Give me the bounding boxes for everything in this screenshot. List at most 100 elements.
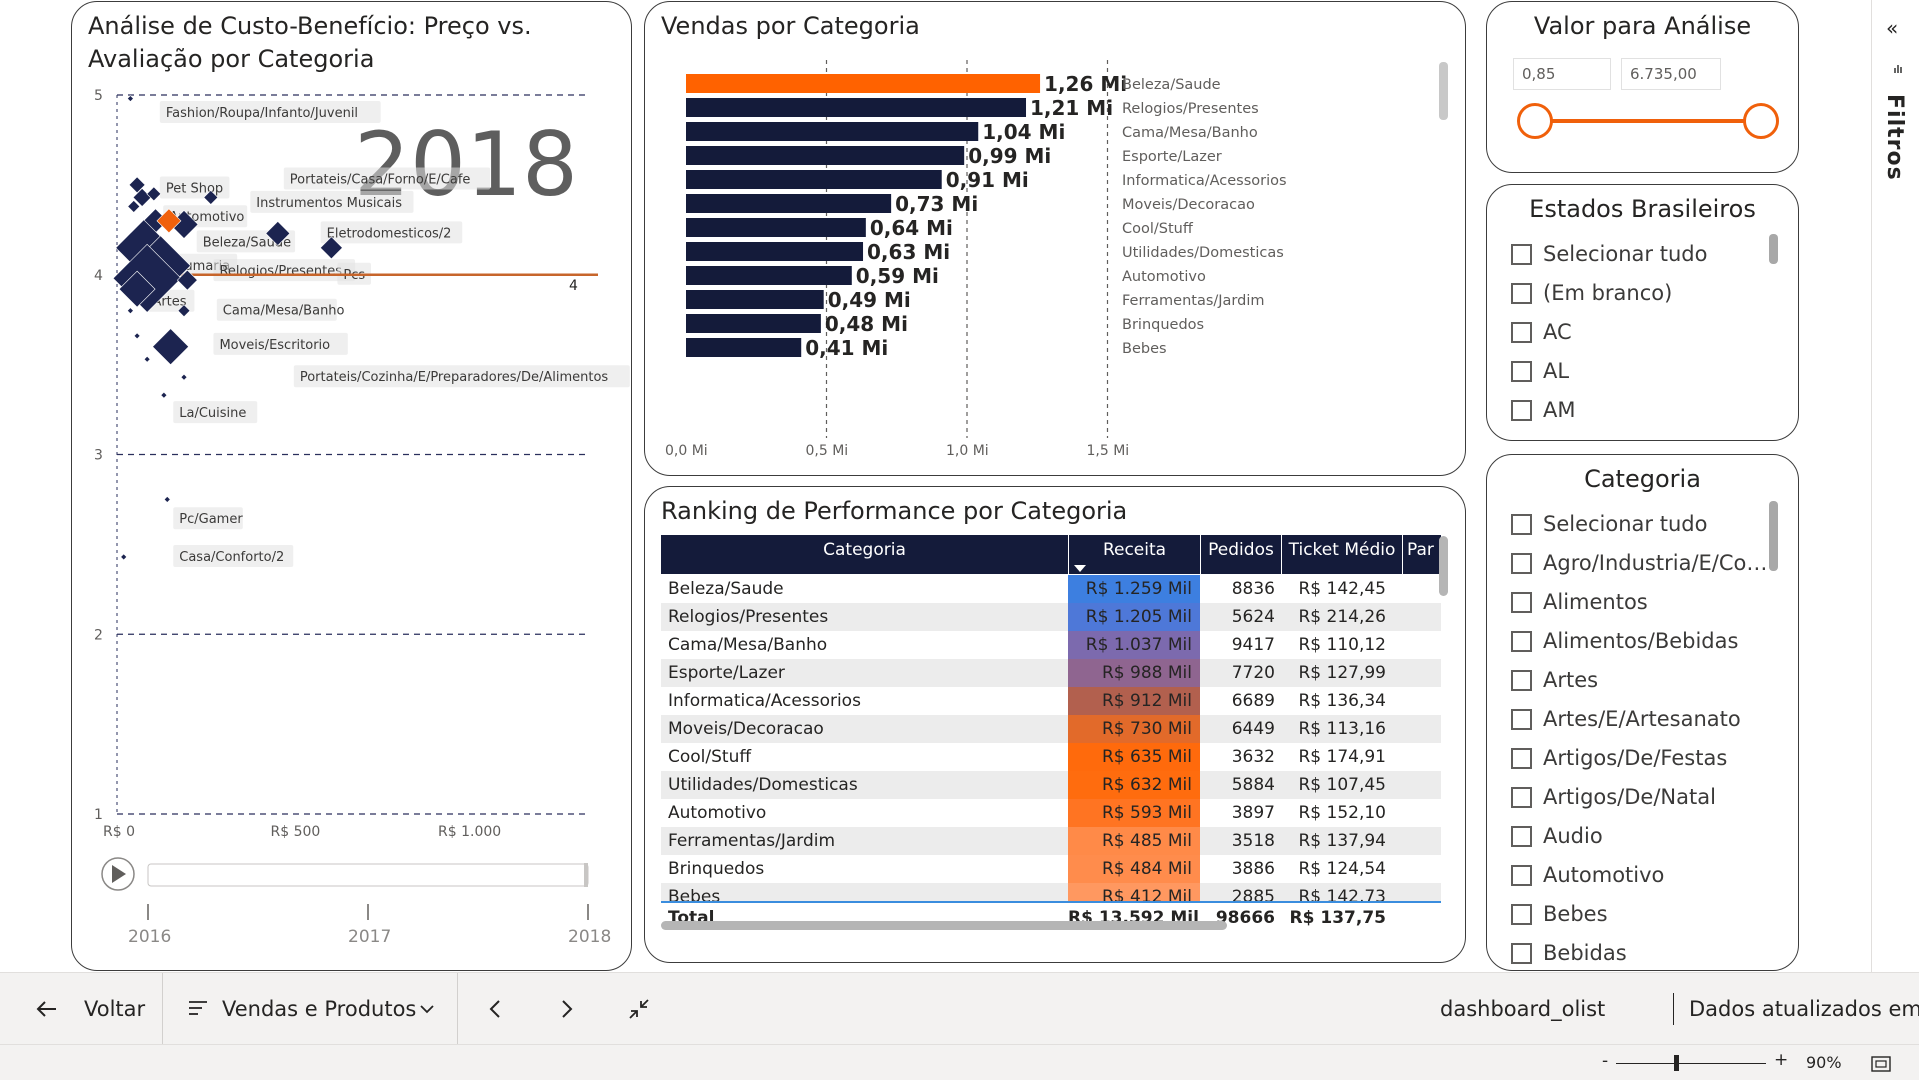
sort-descending-icon[interactable] (1074, 565, 1086, 572)
scatter-point[interactable] (180, 373, 188, 381)
checkbox[interactable] (1511, 283, 1532, 304)
header-pedidos[interactable]: Pedidos (1200, 535, 1281, 574)
timeline-year-label[interactable]: 2018 (568, 927, 611, 947)
range-max-handle[interactable] (1743, 103, 1779, 139)
table-row[interactable]: Cool/Stuff R$ 635 Mil 3632 R$ 174,91 (661, 743, 1441, 771)
zoom-slider-thumb[interactable] (1674, 1055, 1679, 1071)
range-track[interactable] (1535, 119, 1761, 123)
bar[interactable] (686, 218, 866, 237)
range-min-handle[interactable] (1517, 103, 1553, 139)
checkbox[interactable] (1511, 592, 1532, 613)
scatter-point[interactable] (126, 307, 134, 315)
zoom-slider-track[interactable] (1616, 1063, 1766, 1064)
checkbox[interactable] (1511, 400, 1532, 421)
table-row[interactable]: Utilidades/Domesticas R$ 632 Mil 5884 R$ 10… (661, 771, 1441, 799)
bar[interactable] (686, 146, 965, 165)
checkbox[interactable] (1511, 514, 1532, 535)
ranking-table-visual[interactable]: Ranking de Performance por Categoria Cat… (644, 486, 1466, 963)
checkbox[interactable] (1511, 787, 1532, 808)
header-categoria[interactable]: Categoria (661, 535, 1068, 574)
table-row[interactable]: Bebes R$ 412 Mil 2885 R$ 142,73 (661, 883, 1441, 901)
checkbox[interactable] (1511, 709, 1532, 730)
bar[interactable] (686, 98, 1027, 117)
zoom-out-button[interactable]: - (1602, 1051, 1608, 1071)
slicer-item[interactable]: Artigos/De/Festas (1511, 739, 1768, 778)
categoria-scrollbar[interactable] (1769, 501, 1778, 571)
slicer-item[interactable]: Artes (1511, 661, 1768, 700)
scatter-point[interactable] (160, 391, 168, 399)
bar[interactable] (686, 194, 892, 213)
slicer-item[interactable]: AC (1511, 313, 1768, 352)
table-horizontal-scrollbar[interactable] (661, 921, 1227, 930)
checkbox[interactable] (1511, 943, 1532, 964)
bar[interactable] (686, 242, 864, 261)
checkbox[interactable] (1511, 865, 1532, 886)
header-receita[interactable]: Receita (1068, 535, 1200, 574)
scatter-visual[interactable]: 5 4 3 2 1 R$ 0 R$ 500 R$ 1.000 2018 Fashion/Roupa… (71, 1, 632, 971)
scatter-point[interactable] (120, 553, 128, 561)
table-row[interactable]: Automotivo R$ 593 Mil 3897 R$ 152,10 (661, 799, 1441, 827)
next-page-icon[interactable] (560, 999, 574, 1019)
checkbox[interactable] (1511, 826, 1532, 847)
bar[interactable] (686, 74, 1041, 93)
previous-page-icon[interactable] (488, 999, 502, 1019)
checkbox[interactable] (1511, 748, 1532, 769)
table-row[interactable]: Beleza/Saude R$ 1.259 Mil 8836 R$ 142,45 (661, 575, 1441, 603)
exit-fullscreen-icon[interactable] (628, 998, 650, 1020)
checkbox[interactable] (1511, 322, 1532, 343)
bar-chart-scrollbar[interactable] (1439, 62, 1448, 120)
table-row[interactable]: Informatica/Acessorios R$ 912 Mil 6689 R$ 1… (661, 687, 1441, 715)
range-min-input[interactable]: 0,85 (1513, 58, 1611, 90)
filters-label[interactable]: Filtros (1882, 94, 1907, 181)
scatter-point[interactable] (143, 355, 151, 363)
bar[interactable] (686, 290, 824, 309)
table-row[interactable]: Esporte/Lazer R$ 988 Mil 7720 R$ 127,99 (661, 659, 1441, 687)
slicer-item[interactable]: Artigos/De/Natal (1511, 778, 1768, 817)
timeline-handle[interactable] (584, 863, 588, 887)
checkbox[interactable] (1511, 361, 1532, 382)
fit-to-page-icon[interactable] (1871, 1056, 1891, 1072)
slicer-item[interactable]: Bebidas (1511, 934, 1768, 967)
slicer-item[interactable]: Agro/Industria/E/Comercio (1511, 544, 1768, 583)
checkbox[interactable] (1511, 553, 1532, 574)
bar[interactable] (686, 266, 852, 285)
zoom-level[interactable]: 90% (1806, 1053, 1842, 1072)
timeline-track[interactable] (147, 863, 589, 887)
bar-chart-visual[interactable]: 0,0 Mi 0,5 Mi 1,0 Mi 1,5 Mi 1,26 Mi Beleza/Sa… (644, 1, 1466, 476)
back-button[interactable]: Voltar (36, 973, 156, 1045)
scatter-point[interactable] (126, 95, 134, 103)
header-ticket-medio[interactable]: Ticket Médio (1281, 535, 1402, 574)
range-max-input[interactable]: 6.735,00 (1621, 58, 1721, 90)
table-row[interactable]: Moveis/Decoracao R$ 730 Mil 6449 R$ 113,16 (661, 715, 1441, 743)
table-row[interactable]: Ferramentas/Jardim R$ 485 Mil 3518 R$ 137,9… (661, 827, 1441, 855)
table-row[interactable]: Cama/Mesa/Banho R$ 1.037 Mil 9417 R$ 110,12 (661, 631, 1441, 659)
slicer-item[interactable]: Bebes (1511, 895, 1768, 934)
bar[interactable] (686, 338, 802, 357)
timeline-year-label[interactable]: 2017 (348, 927, 391, 947)
table-vertical-scrollbar[interactable] (1439, 536, 1448, 596)
page-selector[interactable]: Vendas e Produtos (188, 973, 448, 1045)
slicer-item[interactable]: Automotivo (1511, 856, 1768, 895)
scatter-point[interactable] (163, 496, 171, 503)
slicer-item[interactable]: Alimentos/Bebidas (1511, 622, 1768, 661)
estados-scrollbar[interactable] (1769, 234, 1778, 264)
bar[interactable] (686, 170, 942, 189)
checkbox[interactable] (1511, 244, 1532, 265)
checkbox[interactable] (1511, 670, 1532, 691)
slicer-item[interactable]: Audio (1511, 817, 1768, 856)
data-updated-label[interactable]: Dados atualizados em... (1689, 973, 1919, 1045)
checkbox[interactable] (1511, 631, 1532, 652)
slicer-item[interactable]: AL (1511, 352, 1768, 391)
slicer-item[interactable]: Selecionar tudo (1511, 235, 1768, 274)
slicer-item[interactable]: Artes/E/Artesanato (1511, 700, 1768, 739)
scatter-point[interactable] (133, 332, 141, 340)
slicer-item[interactable]: (Em branco) (1511, 274, 1768, 313)
zoom-in-button[interactable]: + (1774, 1050, 1788, 1070)
bar[interactable] (686, 314, 821, 333)
timeline-year-label[interactable]: 2016 (128, 927, 171, 947)
scatter-point[interactable] (152, 328, 190, 366)
collapse-filters-icon[interactable]: « (1886, 16, 1898, 40)
checkbox[interactable] (1511, 904, 1532, 925)
table-row[interactable]: Brinquedos R$ 484 Mil 3886 R$ 124,54 (661, 855, 1441, 883)
header-participacao[interactable]: Par (1402, 535, 1441, 574)
